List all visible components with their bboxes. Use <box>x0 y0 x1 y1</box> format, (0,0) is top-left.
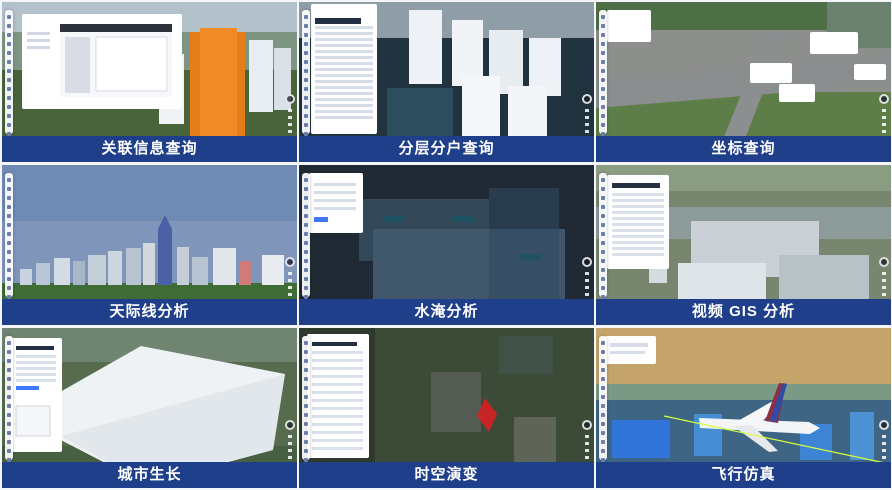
tile-toolbar[interactable] <box>5 336 13 488</box>
tile-flood-analysis[interactable]: 水淹分析 <box>299 165 594 325</box>
zoom-controls[interactable] <box>882 109 886 133</box>
tile-caption: 时空演变 <box>299 462 594 488</box>
tile-caption: 视频 GIS 分析 <box>596 299 891 325</box>
tile-caption: 城市生长 <box>2 462 297 488</box>
tile-toolbar[interactable] <box>5 173 13 325</box>
tile-layered-household-query[interactable]: 分层分户查询 <box>299 2 594 162</box>
tile-skyline-analysis[interactable]: 天际线分析 <box>2 165 297 325</box>
tile-urban-growth[interactable]: 城市生长 <box>2 328 297 488</box>
compass-icon[interactable] <box>582 420 592 430</box>
tile-spatiotemporal-evolution[interactable]: 时空演变 <box>299 328 594 488</box>
tile-toolbar[interactable] <box>5 10 13 162</box>
compass-icon[interactable] <box>285 420 295 430</box>
zoom-controls[interactable] <box>585 435 589 459</box>
tile-toolbar[interactable] <box>302 10 310 162</box>
tile-toolbar[interactable] <box>599 173 607 325</box>
zoom-controls[interactable] <box>288 272 292 296</box>
compass-icon[interactable] <box>879 257 889 267</box>
tile-caption: 坐标查询 <box>596 136 891 162</box>
compass-icon[interactable] <box>285 94 295 104</box>
tile-toolbar[interactable] <box>599 336 607 488</box>
zoom-controls[interactable] <box>288 435 292 459</box>
tile-video-gis-analysis[interactable]: 视频 GIS 分析 <box>596 165 891 325</box>
feature-grid: 关联信息查询 分层分户查询 坐标查询 天际线分析 水淹分析 视频 GIS 分析 … <box>0 0 892 490</box>
compass-icon[interactable] <box>582 94 592 104</box>
zoom-controls[interactable] <box>882 272 886 296</box>
tile-coordinate-query[interactable]: 坐标查询 <box>596 2 891 162</box>
compass-icon[interactable] <box>879 420 889 430</box>
tile-toolbar[interactable] <box>302 336 310 488</box>
tile-caption: 天际线分析 <box>2 299 297 325</box>
compass-icon[interactable] <box>285 257 295 267</box>
zoom-controls[interactable] <box>288 109 292 133</box>
compass-icon[interactable] <box>582 257 592 267</box>
tile-flight-simulation[interactable]: 飞行仿真 <box>596 328 891 488</box>
tile-caption: 分层分户查询 <box>299 136 594 162</box>
zoom-controls[interactable] <box>882 435 886 459</box>
tile-caption: 关联信息查询 <box>2 136 297 162</box>
zoom-controls[interactable] <box>585 109 589 133</box>
tile-caption: 水淹分析 <box>299 299 594 325</box>
zoom-controls[interactable] <box>585 272 589 296</box>
tile-related-info-query[interactable]: 关联信息查询 <box>2 2 297 162</box>
tile-toolbar[interactable] <box>302 173 310 325</box>
tile-toolbar[interactable] <box>599 10 607 162</box>
compass-icon[interactable] <box>879 94 889 104</box>
tile-caption: 飞行仿真 <box>596 462 891 488</box>
